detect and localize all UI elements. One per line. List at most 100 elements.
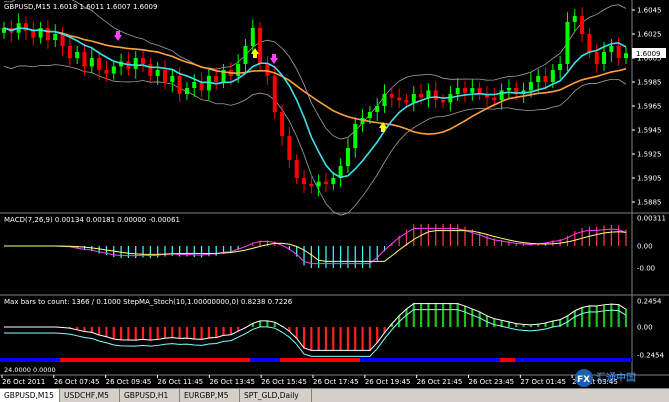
candle-body: [265, 64, 270, 76]
candle-body: [323, 181, 328, 184]
candle-body: [543, 76, 548, 82]
candle-body: [60, 34, 65, 46]
candle-body: [580, 16, 585, 34]
symbol-label: GBPUSD,M15 1.6018 1.6011 1.6007 1.6009: [4, 3, 157, 11]
chart-tabs: GBPUSD,M15 USDCHF,M5 GBPUSD,H1 EURGBP,M5…: [0, 388, 669, 402]
candle-body: [558, 64, 563, 70]
candle-body: [404, 100, 409, 103]
stoch-tick-label: 0.00: [637, 324, 653, 332]
candle-body: [250, 28, 255, 46]
candle-body: [148, 64, 153, 76]
candle-body: [302, 178, 307, 184]
time-tick-label: 26 Oct 2011: [2, 378, 45, 386]
price-tick-label: 1.5965: [637, 103, 662, 111]
price-axis: 1.60451.60251.60051.59851.59651.59451.59…: [632, 7, 662, 207]
candle-body: [375, 106, 380, 112]
candle-body: [389, 94, 394, 98]
candle-body: [397, 97, 402, 100]
candle-body: [258, 28, 263, 64]
chart-canvas[interactable]: 1.60451.60251.60051.59851.59651.59451.59…: [0, 0, 669, 388]
candle-body: [441, 100, 446, 103]
candle-body: [331, 178, 336, 184]
chart-area[interactable]: 1.6045 1.6025 1.6005 1.5985 1.5965 1.5945 1.59…: [0, 0, 669, 388]
candle-body: [609, 46, 614, 52]
candle-body: [141, 58, 146, 64]
price-tick-label: 1.6025: [637, 31, 662, 39]
time-tick-label: 26 Oct 23:45: [469, 378, 515, 386]
candle-body: [594, 52, 599, 64]
candle-body: [572, 16, 577, 22]
signal-bar-red: [500, 358, 515, 362]
candle-body: [426, 90, 431, 98]
price-tick-label: 1.5905: [637, 175, 662, 183]
candle-body: [170, 76, 175, 82]
terminal-window: 1.6045 1.6025 1.6005 1.5985 1.5965 1.5945 1.59…: [0, 0, 669, 402]
macd-tick-label: -0.00: [637, 265, 655, 273]
candle-body: [53, 34, 58, 40]
candle-body: [184, 88, 189, 94]
time-tick-label: 26 Oct 17:45: [313, 378, 359, 386]
candle-body: [214, 76, 219, 82]
watermark-brand: FX: [577, 375, 590, 385]
stoch-pane[interactable]: [0, 296, 632, 375]
stoch-label: Max bars to count: 1366 / 0.1000 StepMA_…: [4, 298, 293, 306]
candle-body: [506, 88, 511, 91]
tab-eurgbp-m5[interactable]: EURGBP,M5: [180, 389, 240, 402]
candle-body: [587, 34, 592, 52]
signal-bar-red: [280, 358, 360, 362]
price-tick-label: 1.5885: [637, 199, 662, 207]
watermark-text: 汇通中国: [596, 371, 636, 384]
candle-body: [97, 58, 102, 70]
macd-pane[interactable]: [0, 214, 632, 294]
macd-tick-label: 0.00311: [637, 215, 666, 223]
symbol-name: GBPUSD,M15: [4, 3, 51, 11]
candle-body: [345, 148, 350, 166]
candle-body: [192, 82, 197, 88]
time-tick-label: 26 Oct 13:45: [209, 378, 255, 386]
candle-body: [75, 52, 80, 58]
candle-body: [155, 70, 160, 76]
tab-spt-gld-daily[interactable]: SPT_GLD,Daily: [240, 389, 312, 402]
macd-tick-label: 0.00: [637, 243, 653, 251]
candle-body: [499, 90, 504, 100]
candle-body: [177, 76, 182, 94]
watermark-logo: FX 汇通中国: [574, 366, 654, 390]
candle-body: [353, 124, 358, 148]
tab-gbpusd-h1[interactable]: GBPUSD,H1: [120, 389, 180, 402]
candle-body: [199, 82, 204, 91]
time-tick-label: 26 Oct 19:45: [365, 378, 411, 386]
candle-body: [492, 97, 497, 100]
candle-body: [624, 53, 628, 58]
main-price-pane[interactable]: [0, 0, 632, 212]
candle-body: [419, 94, 424, 98]
candle-body: [294, 160, 299, 178]
candle-body: [67, 46, 72, 58]
time-tick-label: 27 Oct 01:45: [520, 378, 566, 386]
signal-bar-red: [60, 358, 250, 362]
candle-body: [433, 90, 438, 100]
macd-label: MACD(7,26,9) 0.00134 0.00181 0.00000 -0.…: [4, 216, 180, 224]
candle-body: [111, 66, 116, 74]
candle-body: [550, 70, 555, 82]
ohlc-values: 1.6018 1.6011 1.6007 1.6009: [52, 3, 158, 11]
candle-body: [536, 76, 541, 82]
time-tick-label: 26 Oct 07:45: [54, 378, 100, 386]
candle-body: [309, 184, 314, 187]
price-tick-label: 1.5985: [637, 79, 662, 87]
tab-gbpusd-m15[interactable]: GBPUSD,M15: [0, 389, 60, 402]
candle-body: [470, 88, 475, 93]
candle-body: [316, 181, 321, 187]
candle-body: [287, 136, 292, 160]
candle-body: [89, 58, 94, 67]
time-axis: 26 Oct 2011 26 Oct 07:45 26 Oct 09:45 26 Oc…: [1, 375, 618, 386]
candle-body: [382, 94, 387, 106]
candle-body: [82, 52, 87, 67]
candle-body: [616, 46, 621, 58]
candle-body: [272, 76, 277, 112]
candle-body: [411, 94, 416, 103]
candle-body: [528, 82, 533, 91]
candle-body: [45, 28, 50, 40]
candle-body: [243, 46, 248, 64]
tab-usdchf-m5[interactable]: USDCHF,M5: [60, 389, 120, 402]
candle-body: [236, 64, 241, 76]
